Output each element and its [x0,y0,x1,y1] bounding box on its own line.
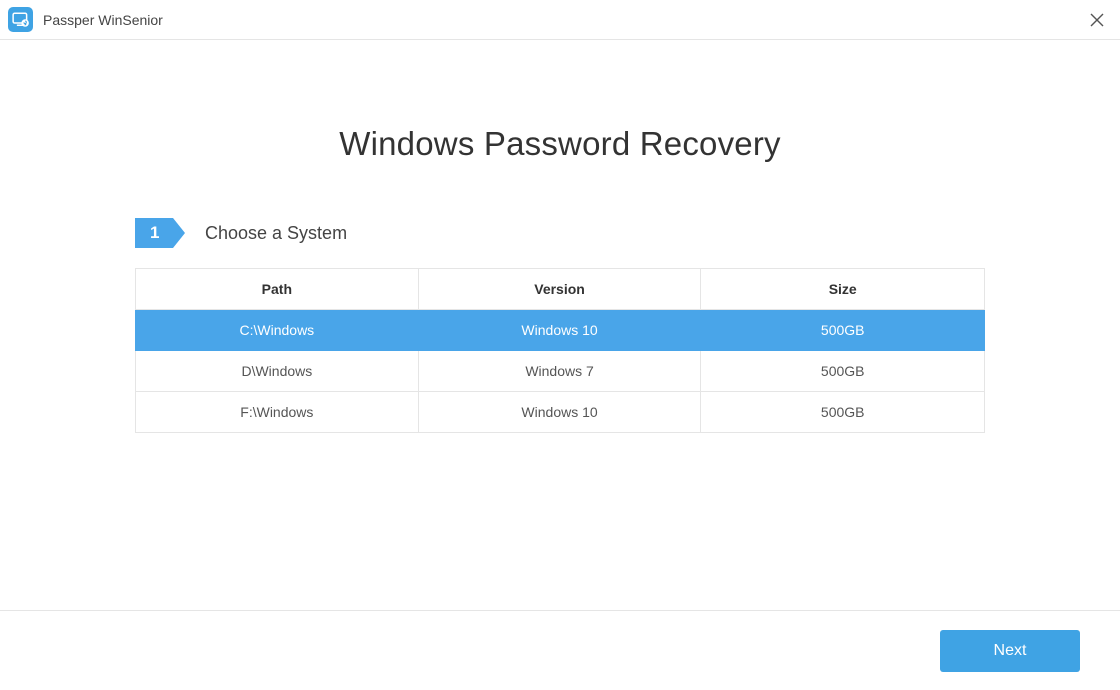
cell-path: D\Windows [136,351,419,392]
table-body: C:\WindowsWindows 10500GBD\WindowsWindow… [136,310,985,433]
content: Windows Password Recovery 1 Choose a Sys… [0,40,1120,433]
table-row[interactable]: D\WindowsWindows 7500GB [136,351,985,392]
cell-size: 500GB [701,310,985,351]
col-header-path: Path [136,269,419,310]
step-number: 1 [135,223,159,243]
next-button[interactable]: Next [940,630,1080,672]
cell-path: C:\Windows [136,310,419,351]
page-title: Windows Password Recovery [0,125,1120,163]
cell-version: Windows 10 [418,310,701,351]
step-header: 1 Choose a System [135,218,985,248]
cell-size: 500GB [701,351,985,392]
col-header-version: Version [418,269,701,310]
footer: Next [0,610,1120,690]
titlebar: Passper WinSenior [0,0,1120,40]
cell-size: 500GB [701,392,985,433]
app-icon [8,7,33,32]
step-badge: 1 [135,218,185,248]
step-label: Choose a System [205,223,347,244]
table-row[interactable]: F:\WindowsWindows 10500GB [136,392,985,433]
col-header-size: Size [701,269,985,310]
cell-version: Windows 7 [418,351,701,392]
step-section: 1 Choose a System Path Version Size C:\W… [135,218,985,433]
cell-version: Windows 10 [418,392,701,433]
close-button[interactable] [1082,5,1112,35]
system-table: Path Version Size C:\WindowsWindows 1050… [135,268,985,433]
titlebar-left: Passper WinSenior [8,7,163,32]
app-title: Passper WinSenior [43,12,163,28]
table-header-row: Path Version Size [136,269,985,310]
table-row[interactable]: C:\WindowsWindows 10500GB [136,310,985,351]
cell-path: F:\Windows [136,392,419,433]
